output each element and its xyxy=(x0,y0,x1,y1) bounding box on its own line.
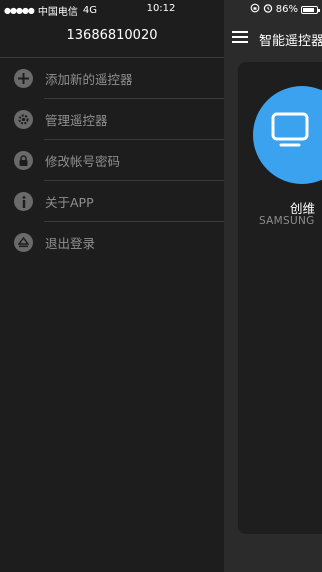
menu-item-label: 修改帐号密码 xyxy=(45,154,121,169)
menu-item-label: 管理遥控器 xyxy=(45,113,108,128)
menu-item-label: 关于APP xyxy=(45,195,94,210)
menu-item-change-password[interactable]: 修改帐号密码 xyxy=(0,140,224,181)
battery-level-fill xyxy=(303,7,315,12)
main-panel: 智能遥控器 创维 SAMSUNG xyxy=(224,0,322,572)
menu-item-label: 添加新的遥控器 xyxy=(45,72,133,87)
eject-icon xyxy=(14,233,33,252)
menu-item-logout[interactable]: 退出登录 xyxy=(0,222,224,263)
gear-icon xyxy=(14,110,33,129)
account-phone-number: 13686810020 xyxy=(66,28,158,43)
plus-icon xyxy=(14,69,33,88)
battery-icon xyxy=(301,5,320,14)
info-icon xyxy=(14,192,33,211)
menu-item-about-app[interactable]: 关于APP xyxy=(0,181,224,222)
status-bar: ●●●●● 中国电信 4G 10:12 86% xyxy=(0,0,322,18)
tv-icon xyxy=(271,112,309,147)
menu-item-manage-remotes[interactable]: 管理遥控器 xyxy=(0,99,224,140)
alarm-icon xyxy=(263,3,273,16)
hamburger-icon xyxy=(232,31,248,33)
battery-percent: 86% xyxy=(275,4,298,15)
menu-toggle-button[interactable] xyxy=(232,31,248,44)
hamburger-line xyxy=(232,36,248,38)
hamburger-line xyxy=(232,41,248,43)
orientation-lock-icon xyxy=(250,3,260,16)
lock-icon xyxy=(14,151,33,170)
status-right: 86% xyxy=(250,3,320,16)
side-drawer: 13686810020 添加新的遥控器 管理遥控器 修改帐号密码 关于APP 退… xyxy=(0,0,224,572)
page-title: 智能遥控器 xyxy=(259,34,322,49)
menu-item-add-remote[interactable]: 添加新的遥控器 xyxy=(0,58,224,99)
menu-item-label: 退出登录 xyxy=(45,236,96,251)
device-brand: SAMSUNG xyxy=(259,215,315,227)
